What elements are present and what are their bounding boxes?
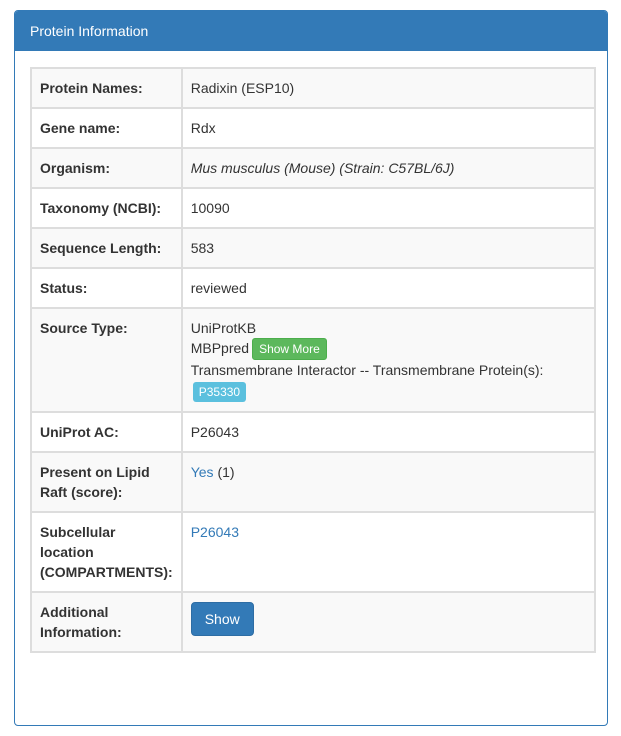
additional-information-label: Additional Information: — [30, 590, 183, 653]
uniprot-ac-value: P26043 — [180, 410, 597, 453]
subcellular-location-value: P26043 — [180, 510, 597, 593]
source-mbppred-line: MBPpred Show More — [190, 338, 586, 361]
status-value: reviewed — [180, 267, 597, 309]
gene-name-label: Gene name: — [30, 107, 183, 149]
panel-body: Protein Names: Radixin (ESP10) Gene name… — [15, 51, 607, 653]
lipid-raft-value: Yes (1) — [180, 450, 597, 513]
sequence-length-label: Sequence Length: — [30, 227, 183, 269]
row-additional-information: Additional Information: Show — [30, 590, 597, 653]
additional-information-value: Show — [180, 590, 597, 653]
source-uniprotkb: UniProtKB — [190, 320, 257, 336]
show-button[interactable]: Show — [190, 601, 254, 636]
organism-value: Mus musculus (Mouse) (Strain: C57BL/6J) — [180, 147, 597, 189]
uniprot-ac-label: UniProt AC: — [30, 410, 183, 453]
lipid-raft-yes-link[interactable]: Yes — [191, 464, 214, 480]
organism-label: Organism: — [30, 147, 183, 189]
gene-name-value: Rdx — [180, 107, 597, 149]
sequence-length-value: 583 — [180, 227, 597, 269]
row-subcellular-location: Subcellular location (COMPARTMENTS): P26… — [30, 510, 597, 593]
source-type-value: UniProtKB MBPpred Show More Transmembrane… — [180, 307, 597, 413]
row-protein-names: Protein Names: Radixin (ESP10) — [30, 67, 597, 109]
subcellular-location-label: Subcellular location (COMPARTMENTS): — [30, 510, 183, 593]
source-transmembrane-line: Transmembrane Interactor -- Transmembran… — [190, 360, 586, 402]
row-taxonomy: Taxonomy (NCBI): 10090 — [30, 187, 597, 229]
source-type-label: Source Type: — [30, 307, 183, 413]
protein-names-value: Radixin (ESP10) — [180, 67, 597, 109]
lipid-raft-label: Present on Lipid Raft (score): — [30, 450, 183, 513]
source-mbppred: MBPpred — [190, 340, 250, 356]
row-uniprot-ac: UniProt AC: P26043 — [30, 410, 597, 453]
row-gene-name: Gene name: Rdx — [30, 107, 597, 149]
status-label: Status: — [30, 267, 183, 309]
protein-information-panel: Protein Information Protein Names: Radix… — [14, 10, 608, 726]
taxonomy-value: 10090 — [180, 187, 597, 229]
show-more-button[interactable]: Show More — [252, 338, 327, 361]
taxonomy-label: Taxonomy (NCBI): — [30, 187, 183, 229]
row-lipid-raft: Present on Lipid Raft (score): Yes (1) — [30, 450, 597, 513]
transmembrane-protein-badge[interactable]: P35330 — [192, 381, 247, 402]
source-transmembrane: Transmembrane Interactor -- Transmembran… — [190, 362, 544, 379]
panel-title: Protein Information — [15, 11, 607, 51]
row-sequence-length: Sequence Length: 583 — [30, 227, 597, 269]
subcellular-location-link[interactable]: P26043 — [191, 524, 239, 540]
protein-info-table: Protein Names: Radixin (ESP10) Gene name… — [30, 67, 597, 653]
lipid-raft-score: (1) — [217, 463, 235, 480]
row-status: Status: reviewed — [30, 267, 597, 309]
row-organism: Organism: Mus musculus (Mouse) (Strain: … — [30, 147, 597, 189]
row-source-type: Source Type: UniProtKB MBPpred Show More … — [30, 307, 597, 413]
protein-names-label: Protein Names: — [30, 67, 183, 109]
